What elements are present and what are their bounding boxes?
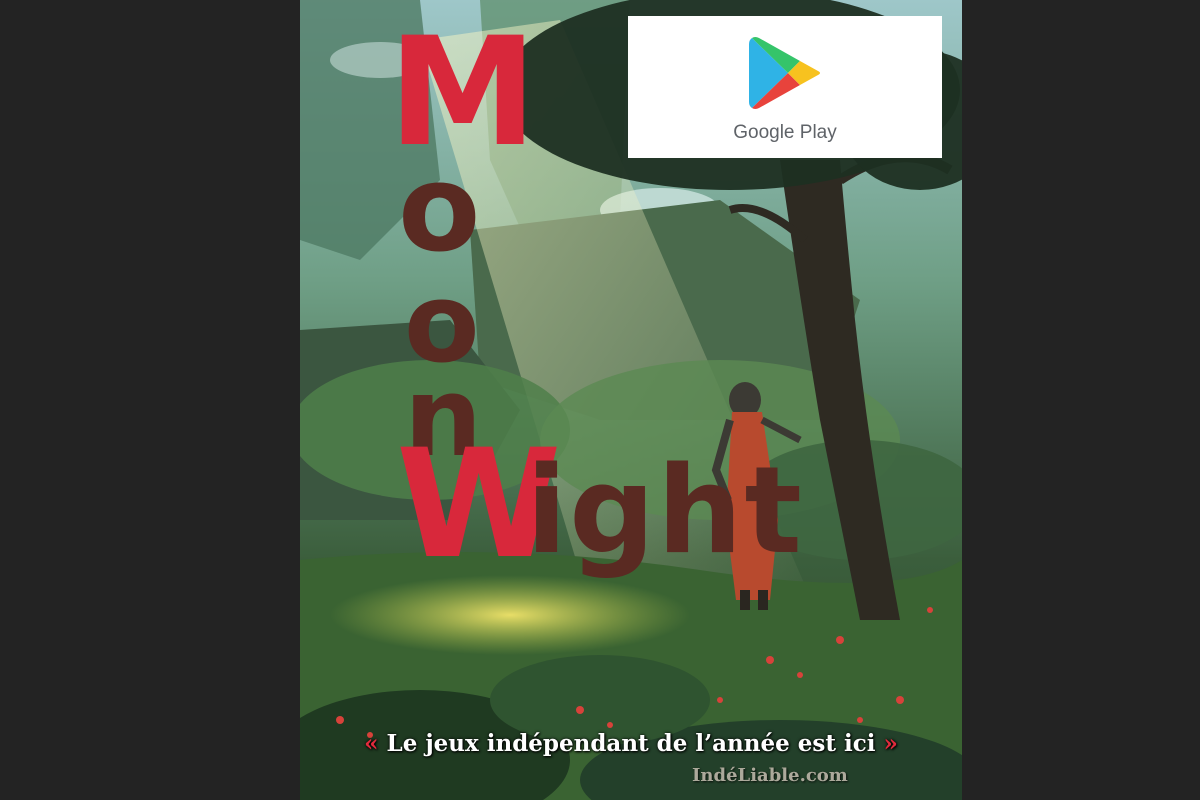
tagline-text: Le jeux indépendant de l’année est ici [378,730,884,757]
tagline-close-quote: » [883,730,898,757]
tagline: « Le jeux indépendant de l’année est ici… [300,730,962,757]
google-play-icon [749,37,820,109]
watermark: IndéLiable.com [692,765,848,786]
game-poster: M o o n W ight Google Play « Le jeux ind… [300,0,962,800]
title-word-ight: ight [526,442,804,581]
title-letter-o-first: o [398,140,481,279]
google-play-label: Google Play [733,122,837,143]
tagline-open-quote: « [364,730,379,757]
page-background: M o o n W ight Google Play « Le jeux ind… [0,0,1200,800]
google-play-badge[interactable]: Google Play [628,16,942,158]
